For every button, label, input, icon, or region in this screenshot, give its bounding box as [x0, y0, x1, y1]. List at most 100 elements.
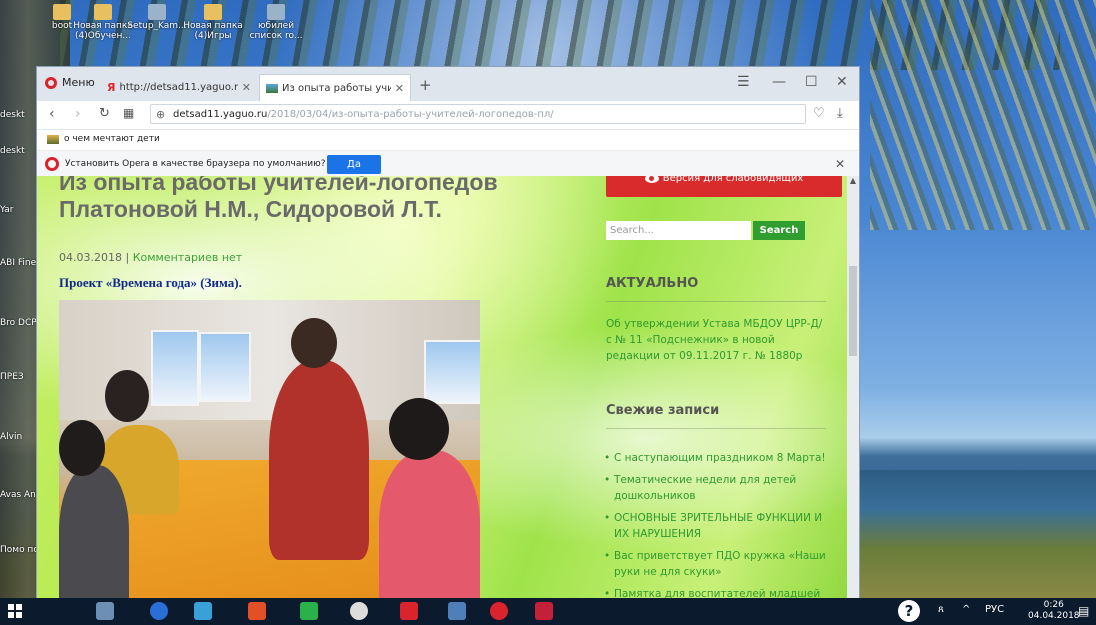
- photo-person: [379, 450, 480, 613]
- desktop-side-label[interactable]: deskt: [0, 146, 36, 156]
- address-bar[interactable]: ⊕ detsad11.yaguo.ru/2018/03/04/из-опыта-…: [150, 104, 806, 124]
- maximize-icon[interactable]: ☐: [805, 74, 818, 90]
- search-button[interactable]: Search: [753, 221, 805, 240]
- post-title: Из опыта работы учителей-логопедов Плато…: [59, 176, 498, 222]
- widget-divider: [606, 301, 826, 302]
- taskbar: ጸ ^ РУС 0:26 04.04.2018 ▤: [0, 598, 1096, 625]
- project-photo[interactable]: [59, 300, 480, 613]
- help-icon[interactable]: ?: [898, 600, 920, 622]
- desktop-side-label[interactable]: Avas Anti: [0, 490, 36, 500]
- set-default-yes-button[interactable]: Да: [327, 155, 381, 174]
- browser-taskbar-icon[interactable]: [150, 602, 168, 620]
- close-tab-icon[interactable]: ✕: [242, 81, 251, 94]
- globe-icon: ⊕: [156, 108, 166, 121]
- app-taskbar-icon[interactable]: [400, 602, 418, 620]
- app-taskbar-icon[interactable]: [448, 602, 466, 620]
- desktop-side-label[interactable]: ПРЕЗ: [0, 372, 36, 382]
- desktop-side-label[interactable]: deskt: [0, 110, 36, 120]
- desktop-side-label[interactable]: ABI FineR: [0, 258, 36, 268]
- scroll-thumb[interactable]: [849, 266, 857, 356]
- eye-icon: [644, 176, 659, 183]
- clock[interactable]: 0:26 04.04.2018: [1028, 600, 1080, 622]
- page-scrollbar[interactable]: ▲ ▼: [847, 176, 859, 613]
- desktop-icon-label: юбилей список ro...: [249, 21, 303, 41]
- opera-taskbar-icon[interactable]: [490, 602, 508, 620]
- recent-post-link[interactable]: Вас приветствует ПДО кружка «Наши руки н…: [602, 548, 832, 580]
- installer-icon: [148, 4, 166, 20]
- app-taskbar-icon[interactable]: [535, 602, 553, 620]
- tab-detsad[interactable]: Я http://detsad11.yaguo.ru - ✕: [101, 74, 257, 101]
- tab-label: Из опыта работы учителе: [282, 82, 391, 94]
- actual-link[interactable]: Об утверждении Устава МБДОУ ЦРР-Д/с № 11…: [606, 316, 826, 364]
- language-indicator[interactable]: РУС: [985, 604, 1004, 615]
- reload-icon[interactable]: ↻: [99, 106, 110, 121]
- forward-icon[interactable]: ›: [75, 106, 81, 122]
- download-icon[interactable]: ⤓: [837, 106, 843, 121]
- people-icon[interactable]: ጸ: [938, 604, 944, 615]
- url-path: /2018/03/04/из-опыта-работы-учителей-лог…: [267, 109, 554, 120]
- post-date: 04.03.2018: [59, 251, 122, 264]
- document-icon: [267, 4, 285, 20]
- recent-post-link[interactable]: ОСНОВНЫЕ ЗРИТЕЛЬНЫЕ ФУНКЦИИ И ИХ НАРУШЕН…: [602, 510, 832, 542]
- app-taskbar-icon[interactable]: [248, 602, 266, 620]
- comments-link[interactable]: Комментариев нет: [133, 251, 243, 264]
- opera-menu-button[interactable]: Меню: [45, 76, 95, 89]
- windows-start-icon[interactable]: [8, 604, 22, 618]
- desktop-side-label[interactable]: Bro DCP-: [0, 318, 36, 328]
- recent-post-link[interactable]: С наступающим праздником 8 Марта!: [602, 450, 832, 466]
- close-tab-icon[interactable]: ✕: [395, 82, 404, 95]
- clock-time: 0:26: [1043, 600, 1064, 610]
- desktop-icon-folder-games[interactable]: Новая папка (4)Игры: [180, 4, 246, 41]
- bookmark-favicon-icon: [47, 134, 59, 144]
- widget-title-recent: Свежие записи: [606, 403, 720, 418]
- meta-separator: |: [125, 251, 130, 264]
- tab-active-article[interactable]: Из опыта работы учителе ✕: [259, 74, 411, 101]
- app-taskbar-icon[interactable]: [350, 602, 368, 620]
- desktop-icon-jubilee[interactable]: юбилей список ro...: [246, 4, 306, 41]
- opera-logo-icon: [45, 157, 59, 171]
- bookmark-item[interactable]: о чем мечтают дети: [47, 134, 160, 144]
- recent-post-link[interactable]: Тематические недели для детей дошкольник…: [602, 472, 832, 504]
- desktop-icon-label: Setup_Kam...: [127, 21, 187, 31]
- web-page: Из опыта работы учителей-логопедов Плато…: [37, 176, 847, 613]
- chevron-up-icon[interactable]: ^: [962, 604, 970, 615]
- accessibility-version-button[interactable]: Версия для слабовидящих: [606, 176, 842, 197]
- desktop-side-label[interactable]: Yar: [0, 205, 36, 215]
- widget-divider: [606, 428, 826, 429]
- bookmark-label: о чем мечтают дети: [64, 134, 160, 144]
- app-taskbar-icon[interactable]: [194, 602, 212, 620]
- close-window-icon[interactable]: ✕: [836, 74, 848, 90]
- version-button-label: Версия для слабовидящих: [662, 176, 804, 184]
- search-input[interactable]: Search...: [606, 221, 751, 240]
- recent-posts-list: С наступающим праздником 8 Марта! Темати…: [602, 450, 832, 613]
- desktop-foliage: [870, 0, 1096, 230]
- desktop-icon-setup[interactable]: Setup_Kam...: [127, 4, 187, 31]
- tab-bar: Меню Я http://detsad11.yaguo.ru - ✕ Из о…: [37, 67, 859, 101]
- desktop-side-label[interactable]: Alvin: [0, 432, 36, 442]
- folder-icon: [204, 4, 222, 20]
- close-icon[interactable]: ✕: [835, 157, 845, 171]
- yandex-favicon-icon: Я: [107, 81, 116, 94]
- scroll-up-icon[interactable]: ▲: [847, 176, 859, 185]
- clock-date: 04.04.2018: [1028, 611, 1080, 621]
- tab-menu-icon[interactable]: ☰: [737, 74, 750, 90]
- desktop-lake-shore: [860, 470, 1096, 600]
- photo-head: [389, 398, 449, 460]
- tab-label: http://detsad11.yaguo.ru -: [119, 82, 238, 93]
- widget-title-actual: АКТУАЛЬНО: [606, 276, 699, 291]
- photo-person: [269, 360, 369, 560]
- speed-dial-icon[interactable]: ▦: [123, 106, 134, 120]
- bookmarks-bar: о чем мечтают дети: [37, 130, 859, 151]
- photo-poster: [151, 330, 199, 406]
- minimize-icon[interactable]: —: [772, 74, 786, 90]
- opera-logo-icon: [45, 76, 57, 89]
- notifications-icon[interactable]: ▤: [1078, 604, 1089, 618]
- file-explorer-icon[interactable]: [96, 602, 114, 620]
- desktop-icon-label: Новая папка (4)Игры: [183, 21, 243, 41]
- heart-icon[interactable]: ♡: [813, 106, 825, 121]
- desktop-side-label[interactable]: Помо по об: [0, 545, 36, 555]
- back-icon[interactable]: ‹: [49, 106, 55, 122]
- app-taskbar-icon[interactable]: [300, 602, 318, 620]
- photo-poster: [199, 332, 251, 402]
- new-tab-button[interactable]: +: [419, 76, 432, 94]
